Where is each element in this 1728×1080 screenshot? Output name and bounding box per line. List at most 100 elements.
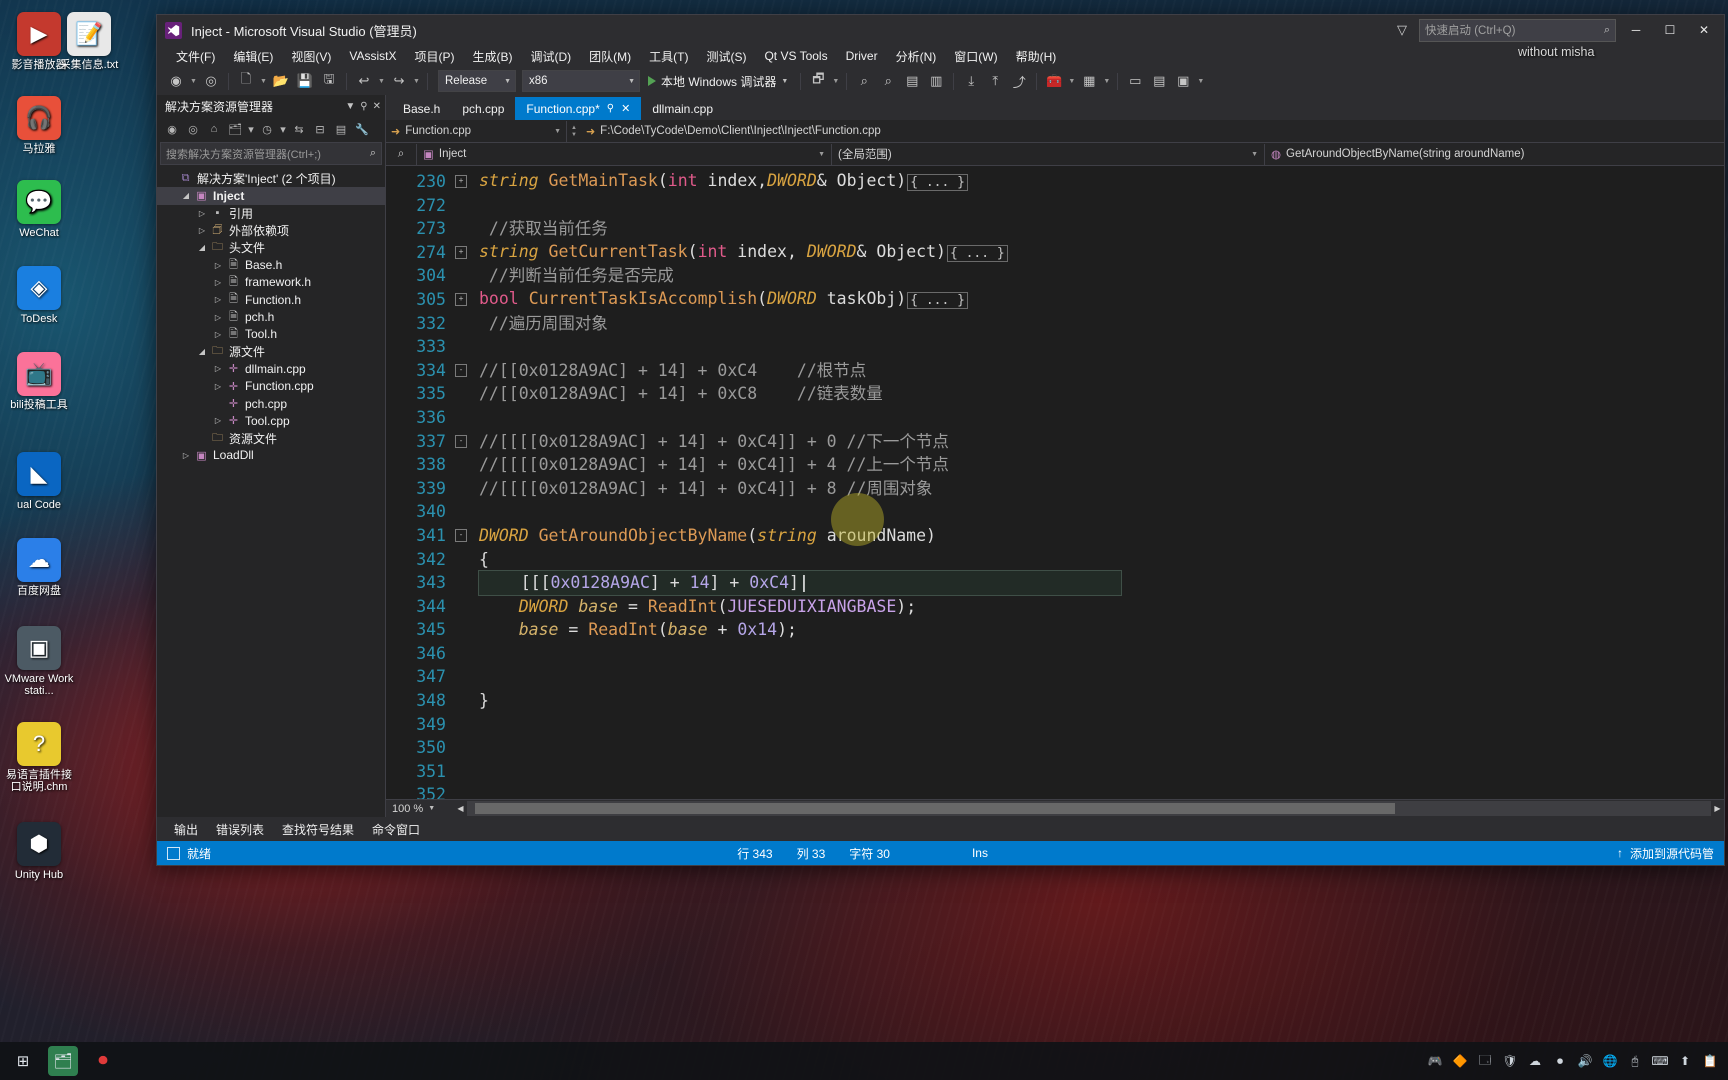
tree-item-0[interactable]: ⧉ 解决方案'Inject' (2 个项目) [157,170,385,187]
close-icon[interactable]: ✕ [621,102,630,115]
tree-expander-icon[interactable]: ▷ [211,295,225,304]
tray-icon-2[interactable]: 🗔 [1477,1053,1493,1069]
navigate-forward-icon[interactable]: ◎ [200,70,222,92]
glyph-margin[interactable]: + [455,293,469,307]
code-line-350[interactable]: 350 [386,736,1724,760]
outlining-toggle-icon[interactable]: + [455,175,467,189]
menu-item-14[interactable]: 帮助(H) [1007,46,1066,67]
step-out-icon[interactable]: ⤴ [1008,70,1030,92]
menu-item-11[interactable]: Driver [837,47,887,65]
tree-item-4[interactable]: ◢ 🗀 头文件 [157,239,385,256]
tray-icon-6[interactable]: 🔊 [1577,1053,1593,1069]
scrollbar-thumb[interactable] [475,803,1395,814]
menu-item-7[interactable]: 团队(M) [580,46,640,67]
desktop-icon-3[interactable]: 💬 WeChat [2,180,76,239]
code-line-304[interactable]: 304 //判断当前任务是否完成 [386,264,1724,288]
code-line-352[interactable]: 352 [386,783,1724,799]
dock-tab-2[interactable]: 查找符号结果 [273,819,363,840]
step-into-icon[interactable]: ⤓ [960,70,982,92]
outlining-toggle-icon[interactable]: - [455,364,467,378]
tray-icon-8[interactable]: 🖰 [1627,1053,1643,1069]
navigate-backward-icon[interactable]: ◉ [165,70,187,92]
find-icon[interactable]: ⌕ [853,70,875,92]
project-scope-combo[interactable]: ▣ Inject ▼ [417,143,832,165]
tree-item-14[interactable]: ▷ ✛ Tool.cpp [157,412,385,429]
publish-arrow-icon[interactable]: ↑ [1617,846,1623,860]
tree-expander-icon[interactable]: ▷ [211,278,225,287]
panel-dropdown-icon[interactable]: ▼ [345,101,355,112]
code-line-273[interactable]: 273 //获取当前任务 [386,217,1724,241]
tray-icon-10[interactable]: ⬆ [1677,1053,1693,1069]
tray-icon-3[interactable]: 🛡 [1502,1053,1518,1069]
tray-icon-4[interactable]: ☁ [1527,1053,1543,1069]
new-project-dropdown-icon[interactable]: ▼ [259,78,268,85]
desktop-icon-8[interactable]: ▣ VMware Workstati... [2,626,76,697]
file-explorer-button[interactable]: 🗂 [48,1046,78,1076]
comment-icon[interactable]: ▤ [901,70,923,92]
tree-item-12[interactable]: ▷ ✛ Function.cpp [157,378,385,395]
minimize-button[interactable]: ─ [1622,19,1650,41]
tree-item-2[interactable]: ▷ ▪ 引用 [157,205,385,222]
collapse-all-icon[interactable]: ⊟ [310,119,330,139]
code-line-335[interactable]: 335 //[[0x0128A9AC] + 14] + 0xC8 //链表数量 [386,382,1724,406]
menu-item-9[interactable]: 测试(S) [697,46,755,67]
code-line-346[interactable]: 346 [386,642,1724,666]
close-button[interactable]: ✕ [1690,19,1718,41]
tray-icon-5[interactable]: ⏺ [1552,1053,1568,1069]
new-project-icon[interactable]: 🗋 [235,70,257,92]
nav-up-icon[interactable]: ▲ [571,125,577,131]
navbar-search-icon[interactable]: ⌕ [386,143,417,165]
editor-tab-0[interactable]: Base.h [392,97,451,120]
forward-icon[interactable]: ◎ [183,119,203,139]
tree-expander-icon[interactable]: ▷ [195,209,209,218]
desktop-icon-10[interactable]: ⬢ Unity Hub [2,822,76,881]
error-list-icon[interactable]: ▦ [1078,70,1100,92]
code-line-339[interactable]: 339 //[[[[0x0128A9AC] + 14] + 0xC4]] + 8 … [386,477,1724,501]
solution-platform-combo[interactable]: x86 ▼ [522,70,640,92]
scroll-right-arrow-icon[interactable]: ▶ [1711,804,1724,813]
recording-button[interactable]: ⏺ [88,1046,118,1076]
desktop-icon-7[interactable]: ☁ 百度网盘 [2,538,76,597]
tray-icon-1[interactable]: 🔶 [1452,1053,1468,1069]
outlining-toggle-icon[interactable]: - [455,529,467,543]
tree-item-8[interactable]: ▷ 🗎 pch.h [157,308,385,325]
navigate-backward-dropdown-icon[interactable]: ▼ [189,78,198,85]
solution-configuration-combo[interactable]: Release ▼ [438,70,516,92]
properties-window-icon[interactable]: ▭ [1124,70,1146,92]
menu-item-1[interactable]: 编辑(E) [224,46,282,67]
tree-expander-icon[interactable]: ◢ [179,191,193,200]
editor-horizontal-scrollbar[interactable]: 100 % ▼ ◀ ▶ [386,799,1724,817]
uncomment-icon[interactable]: ▥ [925,70,947,92]
glyph-margin[interactable]: + [455,246,469,260]
tree-expander-icon[interactable]: ▷ [195,226,209,235]
code-line-336[interactable]: 336 [386,406,1724,430]
navigate-updown-buttons[interactable]: ▲ ▼ [567,125,581,138]
code-lines[interactable]: 230 + string GetMainTask(int index,DWORD& … [386,166,1724,799]
tree-item-15[interactable]: 🗀 资源文件 [157,429,385,446]
save-icon[interactable]: 💾 [294,70,316,92]
tree-expander-icon[interactable]: ▷ [211,416,225,425]
menu-item-13[interactable]: 窗口(W) [945,46,1006,67]
tree-expander-icon[interactable]: ◢ [195,243,209,252]
glyph-margin[interactable]: - [455,364,469,378]
code-line-344[interactable]: 344 DWORD base = ReadInt(JUESEDUIXIANGBA… [386,595,1724,619]
menu-item-2[interactable]: 视图(V) [282,46,340,67]
feedback-icon[interactable]: ▽ [1391,22,1413,38]
properties-icon[interactable]: 🔧 [352,119,372,139]
back-icon[interactable]: ◉ [162,119,182,139]
glyph-margin[interactable]: - [455,529,469,543]
editor-tab-2[interactable]: Function.cpp* ⚲ ✕ [515,97,642,120]
code-line-349[interactable]: 349 [386,713,1724,737]
tree-expander-icon[interactable]: ▷ [211,382,225,391]
code-line-347[interactable]: 347 [386,665,1724,689]
dock-tab-1[interactable]: 错误列表 [207,819,273,840]
undo-dropdown-icon[interactable]: ▼ [377,78,386,85]
zoom-level-combo[interactable]: 100 % ▼ [386,803,454,815]
chevron-down-icon[interactable]: ▾ [278,119,288,139]
tree-expander-icon[interactable]: ▷ [211,313,225,322]
tree-item-5[interactable]: ▷ 🗎 Base.h [157,256,385,273]
desktop-icon-5[interactable]: 📺 bili投稿工具 [2,352,76,411]
file-combo[interactable]: ➜ Function.cpp ▼ [386,120,567,142]
desktop-icon-1[interactable]: 📝 采集信息.txt [52,12,126,71]
outlining-toggle-icon[interactable]: - [455,434,467,448]
